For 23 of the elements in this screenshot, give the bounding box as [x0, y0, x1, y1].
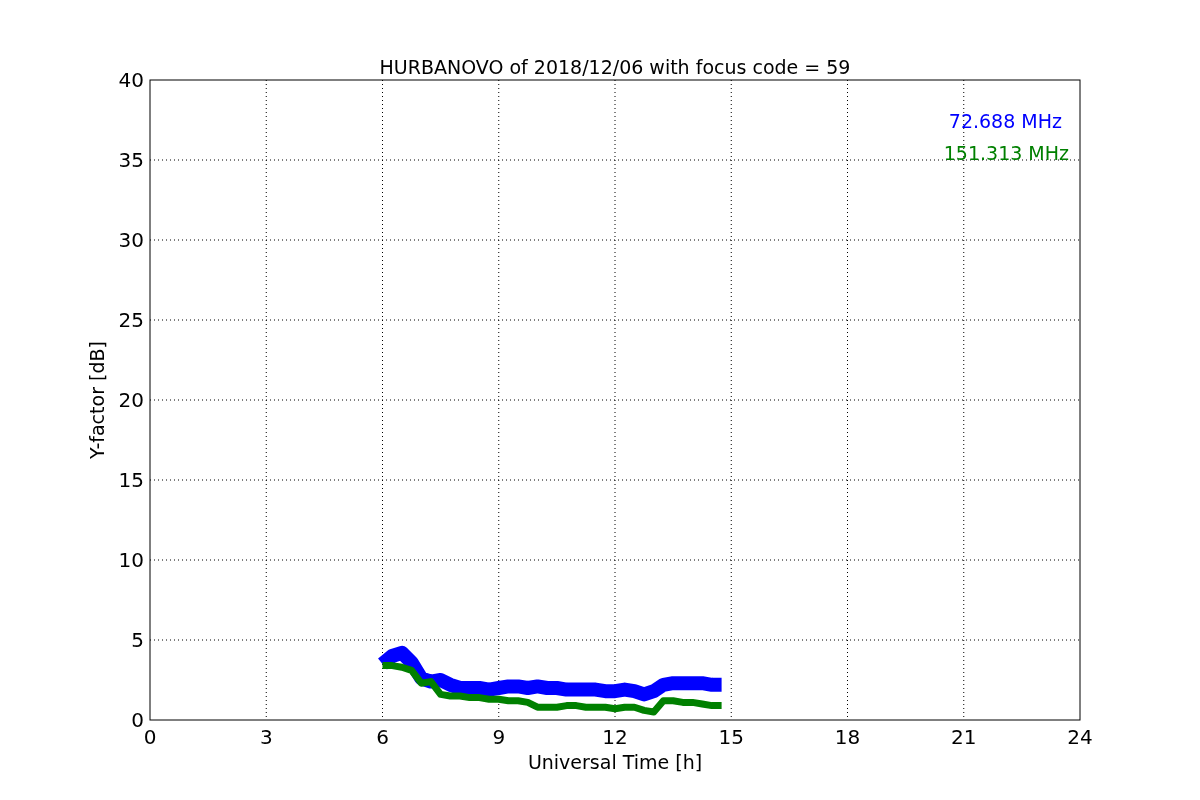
y-tick-label: 5 [131, 628, 144, 652]
x-tick-label: 12 [602, 725, 628, 749]
legend-label: 72.688 MHz [948, 110, 1062, 132]
x-tick-label: 9 [492, 725, 506, 749]
x-tick-label: 3 [259, 725, 273, 749]
x-tick-label: 21 [951, 725, 977, 749]
y-tick-label: 30 [118, 228, 144, 252]
y-tick-label: 10 [118, 548, 144, 572]
legend-label: 151.313 MHz [943, 142, 1069, 164]
y-tick-label: 0 [131, 708, 144, 732]
x-tick-label: 24 [1067, 725, 1093, 749]
y-tick-label: 40 [118, 68, 144, 92]
x-tick-label: 18 [834, 725, 861, 749]
x-axis-label: Universal Time [h] [527, 751, 703, 773]
x-tick-label: 0 [143, 725, 157, 749]
chart-title: HURBANOVO of 2018/12/06 with focus code = 59 [379, 56, 851, 78]
y-axis-label: Y-factor [dB] [86, 341, 108, 459]
y-tick-label: 15 [118, 468, 144, 492]
x-tick-label: 6 [376, 725, 389, 749]
y-tick-label: 35 [118, 148, 144, 172]
y-tick-label: 20 [118, 388, 144, 412]
y-tick-label: 25 [118, 308, 144, 332]
x-tick-label: 15 [718, 725, 744, 749]
